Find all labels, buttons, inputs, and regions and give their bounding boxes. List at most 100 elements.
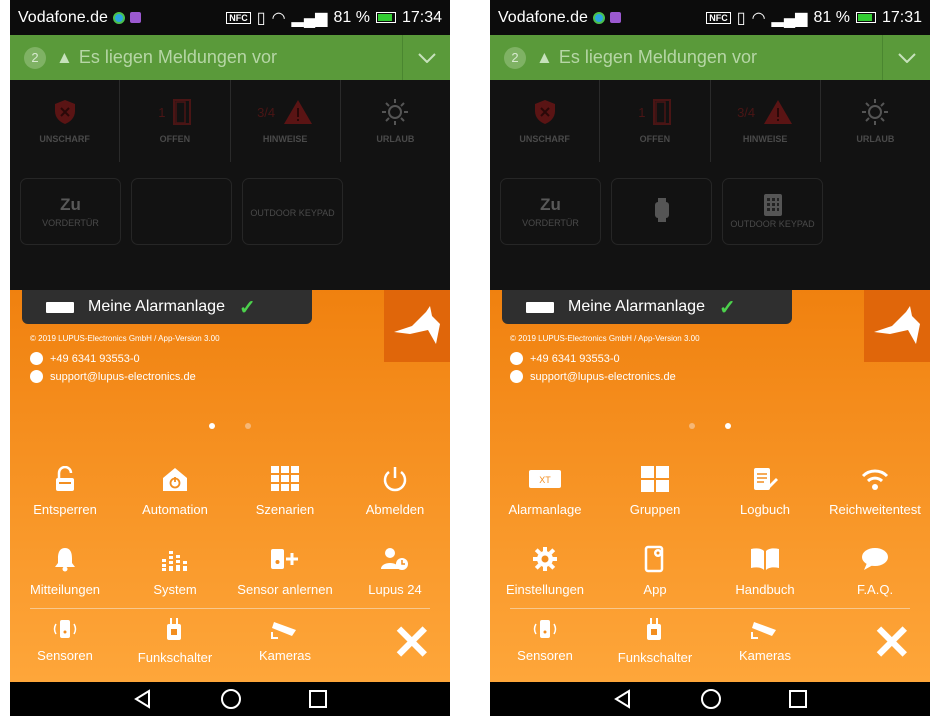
lupus-logo[interactable] bbox=[384, 290, 450, 362]
status-urlaub[interactable]: URLAUB bbox=[821, 80, 930, 162]
android-nav-bar bbox=[10, 682, 450, 716]
menu-entsperren[interactable]: Entsperren bbox=[10, 455, 120, 517]
user-clock-icon bbox=[381, 548, 408, 570]
page-dot[interactable] bbox=[725, 423, 731, 429]
page-indicator bbox=[10, 423, 450, 429]
support-email[interactable]: support@lupus-electronics.de bbox=[530, 371, 676, 383]
menu-label: Mitteilungen bbox=[29, 582, 101, 597]
grid-icon bbox=[271, 466, 299, 491]
battery-icon bbox=[855, 12, 876, 23]
support-phone[interactable]: +49 6341 93553-0 bbox=[530, 353, 620, 365]
power-icon bbox=[383, 467, 407, 492]
copyright-text: © 2019 LUPUS-Electronics GmbH / App-Vers… bbox=[30, 334, 220, 343]
xt-badge: XT bbox=[539, 475, 551, 485]
menu-alarmanlage[interactable]: XT Alarmanlage bbox=[490, 455, 600, 517]
page-dot[interactable] bbox=[689, 423, 695, 429]
divider bbox=[510, 608, 910, 609]
tile-outdoor-keypad[interactable]: OUTDOOR KEYPAD bbox=[722, 178, 823, 245]
tile-vordertuer[interactable]: Zu VORDERTÜR bbox=[20, 178, 121, 245]
bottom-label: Funkschalter bbox=[617, 650, 693, 665]
gallery-icon bbox=[609, 12, 621, 23]
support-phone[interactable]: +49 6341 93553-0 bbox=[50, 353, 140, 365]
status-hinweise[interactable]: 3/4 HINWEISE bbox=[231, 80, 341, 162]
menu-app[interactable]: App bbox=[600, 535, 710, 597]
watch-icon bbox=[654, 198, 669, 222]
tile-outdoor-keypad[interactable]: OUTDOOR KEYPAD bbox=[242, 178, 343, 245]
camera-icon bbox=[271, 622, 296, 639]
door-icon bbox=[173, 99, 192, 125]
page-dot[interactable] bbox=[245, 423, 251, 429]
status-bar: Vodafone.de NFC ▯ ◠ ▂▄▆ 81 % 17:34 bbox=[10, 0, 450, 35]
notification-banner[interactable]: 2 ▲ Es liegen Meldungen vor bbox=[10, 35, 450, 80]
wifi-icon: ◠ bbox=[751, 9, 766, 27]
alarm-system-name: Meine Alarmanlage bbox=[568, 298, 705, 315]
clock: 17:34 bbox=[401, 8, 442, 26]
alarm-system-pill[interactable]: Meine Alarmanlage ✓ bbox=[22, 290, 312, 324]
status-urlaub[interactable]: URLAUB bbox=[341, 80, 450, 162]
status-value: 1 bbox=[638, 104, 646, 120]
status-hinweise[interactable]: 3/4 HINWEISE bbox=[711, 80, 821, 162]
bottom-label: Sensoren bbox=[37, 648, 93, 663]
menu-logbuch[interactable]: Logbuch bbox=[710, 455, 820, 517]
phone-icon bbox=[510, 352, 523, 365]
notification-banner[interactable]: 2 ▲ Es liegen Meldungen vor bbox=[490, 35, 930, 80]
menu-szenarien[interactable]: Szenarien bbox=[230, 455, 340, 517]
menu-mitteilungen[interactable]: Mitteilungen bbox=[10, 535, 120, 597]
menu-faq[interactable]: F.A.Q. bbox=[820, 535, 930, 597]
lupus-logo[interactable] bbox=[864, 290, 930, 362]
menu-reichweitentest[interactable]: Reichweitentest bbox=[820, 455, 930, 517]
page-dot[interactable] bbox=[209, 423, 215, 429]
battery-percent: 81 % bbox=[333, 8, 370, 26]
back-icon[interactable] bbox=[613, 689, 633, 709]
android-nav-bar bbox=[490, 682, 930, 716]
warning-icon: ▲ bbox=[56, 47, 73, 67]
recents-icon[interactable] bbox=[308, 690, 327, 708]
menu-system[interactable]: System bbox=[120, 535, 230, 597]
bottom-label: Kameras bbox=[258, 648, 312, 663]
menu-gruppen[interactable]: Gruppen bbox=[600, 455, 710, 517]
tile-label: OUTDOOR KEYPAD bbox=[730, 219, 815, 229]
notification-text: Es liegen Meldungen vor bbox=[78, 47, 277, 67]
menu-abmelden[interactable]: Abmelden bbox=[340, 455, 450, 517]
bottom-label: Sensoren bbox=[517, 648, 573, 663]
home-icon[interactable] bbox=[700, 688, 722, 710]
menu-einstellungen[interactable]: Einstellungen bbox=[490, 535, 600, 597]
gallery-icon bbox=[129, 12, 141, 23]
menu-lupus-24[interactable]: Lupus 24 bbox=[340, 535, 450, 597]
chevron-down-icon[interactable] bbox=[882, 35, 930, 80]
menu-handbuch[interactable]: Handbuch bbox=[710, 535, 820, 597]
bottom-kameras[interactable]: Kameras bbox=[710, 618, 820, 665]
vibrate-icon: ▯ bbox=[256, 9, 266, 27]
tile-watch[interactable] bbox=[611, 178, 712, 245]
back-icon[interactable] bbox=[133, 689, 153, 709]
notification-count: 2 bbox=[504, 46, 526, 69]
support-email[interactable]: support@lupus-electronics.de bbox=[50, 371, 196, 383]
menu-sensor-anlernen[interactable]: Sensor anlernen bbox=[230, 535, 340, 597]
tile-state: Zu bbox=[540, 195, 561, 214]
menu-label: Alarmanlage bbox=[508, 502, 582, 517]
chevron-down-icon[interactable] bbox=[402, 35, 450, 80]
bottom-sensoren[interactable]: Sensoren bbox=[490, 618, 600, 665]
tile-vordertuer[interactable]: Zu VORDERTÜR bbox=[500, 178, 601, 245]
menu-automation[interactable]: Automation bbox=[120, 455, 230, 517]
bottom-sensoren[interactable]: Sensoren bbox=[10, 618, 120, 665]
close-icon[interactable]: ✕ bbox=[392, 620, 432, 668]
logbook-icon bbox=[754, 468, 778, 490]
recents-icon[interactable] bbox=[788, 690, 807, 708]
bottom-funkschalter[interactable]: Funkschalter bbox=[600, 618, 710, 665]
bottom-funkschalter[interactable]: Funkschalter bbox=[120, 618, 230, 665]
bottom-kameras[interactable]: Kameras bbox=[230, 618, 340, 665]
menu-label: Automation bbox=[142, 502, 208, 517]
unlock-icon bbox=[56, 466, 74, 491]
status-offen[interactable]: 1 OFFEN bbox=[600, 80, 711, 162]
menu-label: Logbuch bbox=[740, 502, 790, 517]
alarm-system-pill[interactable]: Meine Alarmanlage ✓ bbox=[502, 290, 792, 324]
home-icon[interactable] bbox=[220, 688, 242, 710]
status-unscharf[interactable]: UNSCHARF bbox=[10, 80, 121, 162]
close-icon[interactable]: ✕ bbox=[872, 620, 912, 668]
tile-empty[interactable] bbox=[131, 178, 232, 245]
status-offen[interactable]: 1 OFFEN bbox=[120, 80, 231, 162]
status-unscharf[interactable]: UNSCHARF bbox=[490, 80, 601, 162]
messenger-icon bbox=[112, 11, 125, 24]
status-label: HINWEISE bbox=[742, 134, 788, 144]
